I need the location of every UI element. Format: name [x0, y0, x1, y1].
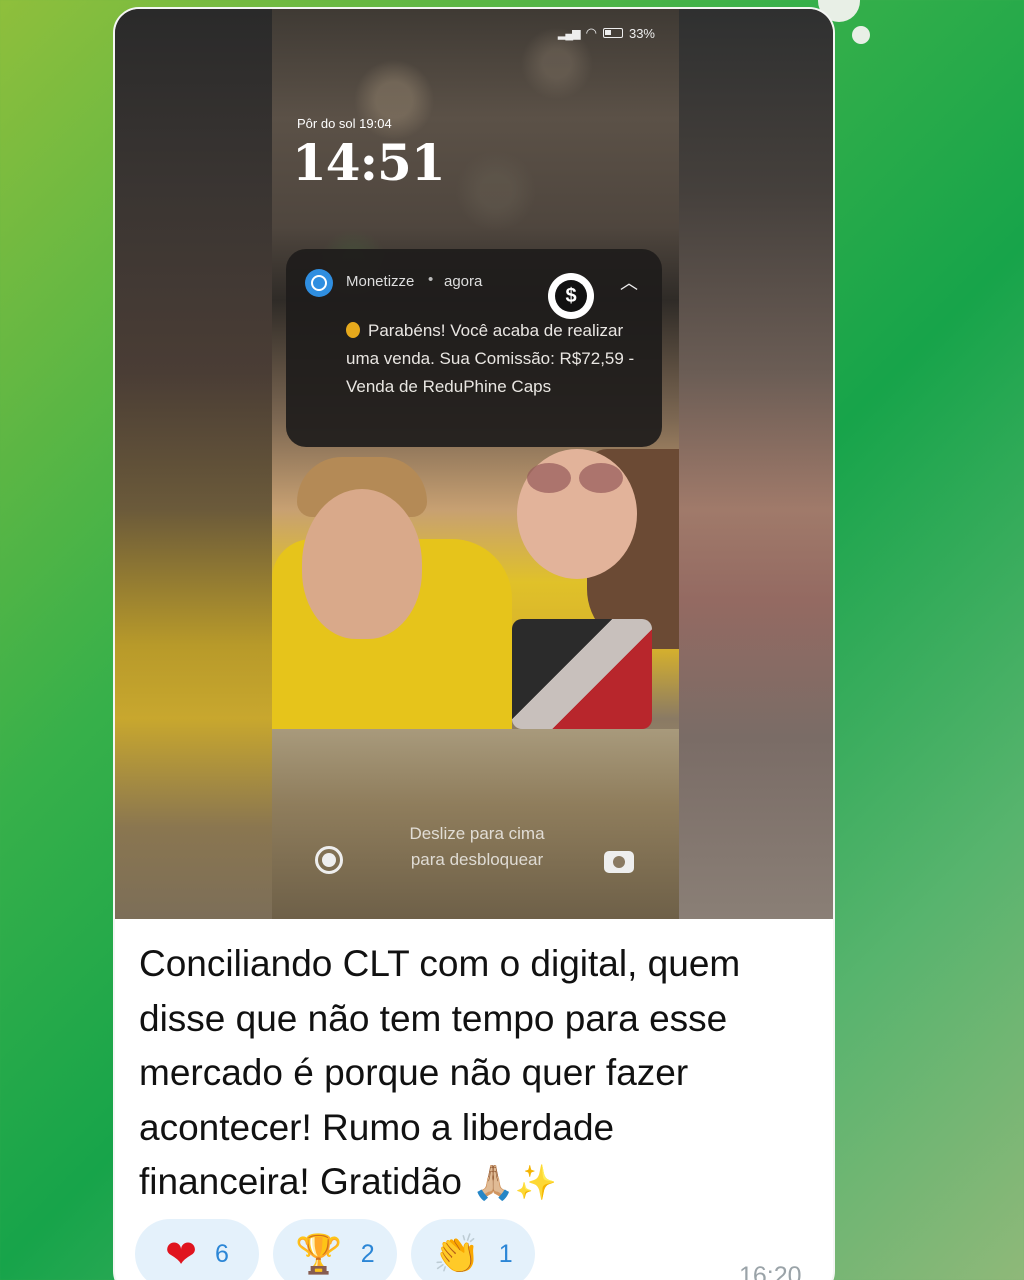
notification-separator: • [428, 271, 434, 288]
notification-message: Parabéns! Você acaba de realizar uma ven… [346, 317, 646, 401]
pray-sparkles-emoji: 🙏🏼✨ [472, 1163, 557, 1203]
battery-icon [602, 28, 623, 38]
notification-message-text: Parabéns! Você acaba de realizar uma ven… [346, 321, 635, 396]
unlock-hint-line1: Deslize para cima [409, 824, 545, 843]
caption-line: financeira! Gratidão 🙏🏼✨ [139, 1155, 819, 1211]
reaction-clap[interactable]: 👏 1 [411, 1219, 535, 1280]
caption-line-text: financeira! Gratidão [139, 1161, 462, 1202]
image-blur-right [679, 9, 833, 919]
caption-line: acontecer! Rumo a liberdade [139, 1106, 615, 1148]
caption-line: mercado é porque não quer fazer [139, 1052, 689, 1093]
caption-line: Conciliando CLT com o digital, quem [139, 943, 741, 984]
reaction-heart[interactable]: ❤ 6 [135, 1219, 259, 1280]
sale-notification: Monetizze • agora $ ︿ Parabéns! Você aca… [286, 249, 662, 447]
dollar-sign-icon: $ [548, 273, 594, 319]
message-image[interactable]: ▂▄▆ ◠ 33% Pôr do sol 19:04 14:51 Monetiz… [115, 9, 833, 919]
signal-icon: ▂▄▆ [557, 27, 581, 40]
clap-icon: 👏 [433, 1232, 481, 1276]
status-bar: ▂▄▆ ◠ 33% [558, 25, 655, 41]
decorative-dot [852, 26, 870, 44]
trophy-icon: 🏆 [295, 1232, 343, 1276]
medal-icon [346, 322, 360, 338]
battery-level: 33% [628, 25, 655, 41]
heart-icon: ❤ [165, 1232, 197, 1276]
flashlight-icon [315, 846, 343, 874]
unlock-hint-line2: para desbloquear [410, 850, 544, 869]
reaction-count: 6 [214, 1239, 229, 1268]
monetizze-app-icon [305, 269, 333, 297]
notification-time: agora [444, 273, 483, 290]
wifi-icon: ◠ [585, 25, 597, 40]
message-timestamp: 16:20 [739, 1262, 802, 1280]
sunglasses [527, 463, 627, 493]
reaction-count: 2 [360, 1239, 375, 1268]
swimsuit [512, 619, 652, 729]
phone-lockscreen-screenshot: ▂▄▆ ◠ 33% Pôr do sol 19:04 14:51 Monetiz… [272, 9, 679, 919]
reaction-trophy[interactable]: 🏆 2 [273, 1219, 397, 1280]
boy-face [302, 489, 422, 639]
caption-line: disse que não tem tempo para esse [139, 997, 728, 1039]
reactions-bar: ❤ 6 🏆 2 👏 1 [135, 1219, 535, 1280]
chevron-up-icon: ︿ [620, 273, 638, 293]
unlock-hint: Deslize para cima para desbloquear [372, 821, 582, 873]
sunset-time: Pôr do sol 19:04 [297, 116, 392, 131]
message-bubble[interactable]: ▂▄▆ ◠ 33% Pôr do sol 19:04 14:51 Monetiz… [113, 7, 835, 1280]
reaction-count: 1 [498, 1239, 513, 1268]
image-blur-left [115, 9, 273, 919]
message-caption: Conciliando CLT com o digital, quem diss… [139, 937, 819, 1211]
lockscreen-clock: 14:51 [292, 133, 446, 192]
notification-app-name: Monetizze [346, 273, 415, 290]
camera-icon [604, 851, 634, 873]
